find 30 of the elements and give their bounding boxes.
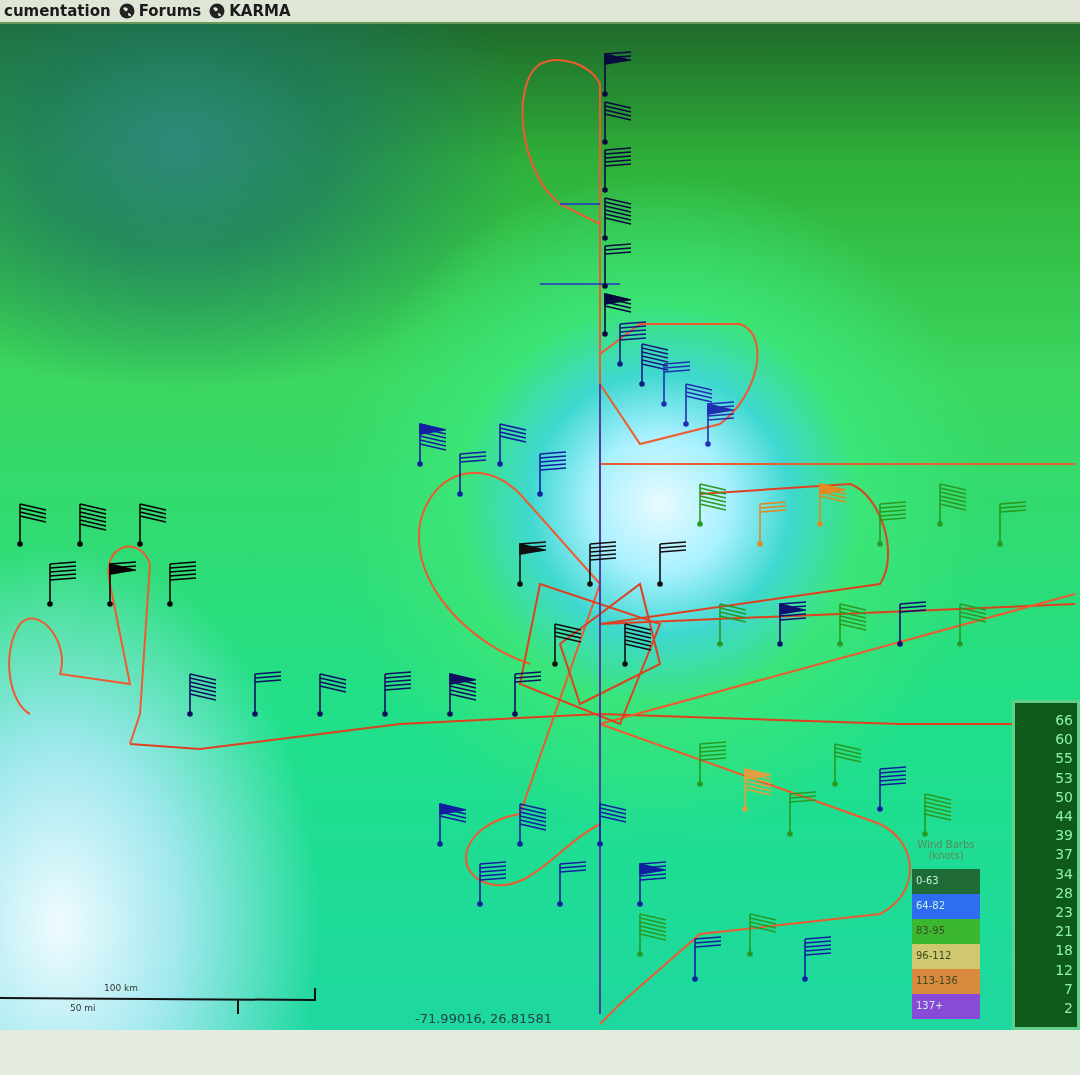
legend-swatch: 96-112: [912, 944, 980, 969]
scale-label: 100 km: [104, 982, 139, 995]
scale-value: 23: [1054, 903, 1073, 923]
legend-swatch: 83-95: [912, 919, 980, 944]
cursor-coordinates: -71.99016, 26.81581: [415, 1010, 552, 1028]
scale-value: 44: [1054, 807, 1073, 826]
legend-swatch: 137+: [912, 994, 980, 1019]
scale-label: 50 mi: [70, 1002, 96, 1015]
legend-title: Wind Barbs: [916, 839, 976, 850]
scale-value: 37: [1054, 845, 1073, 865]
scale-value: 53: [1054, 768, 1073, 788]
scale-value: 34: [1054, 864, 1073, 884]
legend-swatch: 0-63: [912, 869, 980, 894]
legend-swatch: 113-136: [912, 969, 980, 994]
scale-value: 50: [1054, 787, 1073, 807]
legend-subtitle: (knots): [927, 850, 965, 861]
scale-value: 55: [1054, 749, 1073, 769]
menu-link[interactable]: cumentation: [4, 0, 111, 23]
scale-value: 2: [1063, 999, 1073, 1019]
scale-value: 39: [1054, 826, 1073, 846]
scale-value: 66: [1054, 711, 1073, 730]
legend-swatch: 64-82: [912, 894, 980, 919]
scale-value: 7: [1063, 979, 1073, 999]
scale-value: 60: [1054, 730, 1073, 750]
scale-value: 18: [1054, 941, 1073, 961]
menu-link[interactable]: KARMA: [209, 0, 291, 23]
scale-value: 28: [1054, 883, 1073, 903]
scale-value: 21: [1054, 922, 1073, 942]
menu-link[interactable]: Forums: [118, 0, 202, 23]
scale-value: 12: [1054, 960, 1073, 980]
